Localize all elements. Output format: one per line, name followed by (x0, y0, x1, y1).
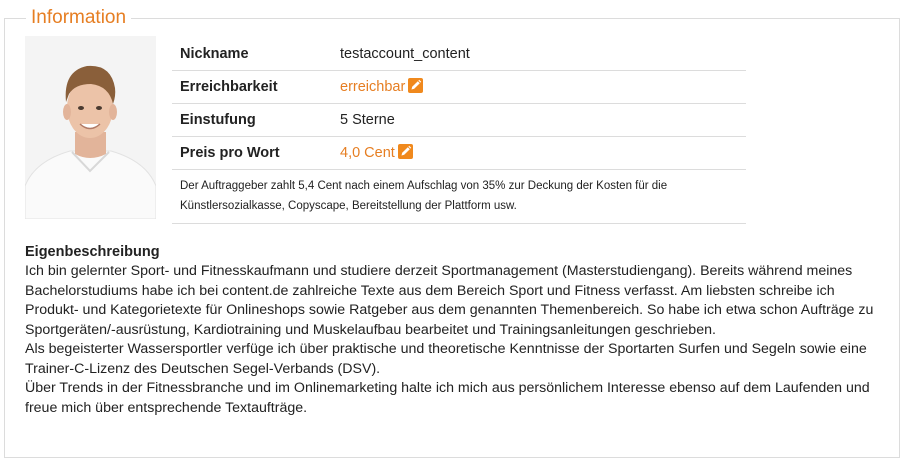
description-paragraph: Als begeisterter Wassersportler verfüge … (25, 341, 867, 377)
nickname-row: Nickname testaccount_content (172, 38, 746, 71)
section-legend: Information (26, 7, 132, 29)
nickname-label: Nickname (180, 46, 249, 62)
price-row: Preis pro Wort 4,0 Cent (172, 137, 746, 170)
edit-price-icon[interactable] (397, 144, 413, 159)
price-value[interactable]: 4,0 Cent (340, 145, 395, 161)
description-title: Eigenbeschreibung (25, 244, 160, 260)
edit-availability-icon[interactable] (408, 78, 424, 93)
price-label: Preis pro Wort (180, 145, 280, 161)
price-value-wrap: 4,0 Cent (340, 137, 413, 169)
profile-photo (25, 36, 156, 219)
rating-value: 5 Sterne (340, 112, 395, 128)
profile-info-table: Nickname testaccount_content Erreichbark… (172, 38, 746, 224)
nickname-value: testaccount_content (340, 46, 470, 62)
description-paragraph: Ich bin gelernter Sport- und Fitnesskauf… (25, 263, 874, 338)
description-paragraph: Über Trends in der Fitnessbranche und im… (25, 380, 870, 416)
price-note: Der Auftraggeber zahlt 5,4 Cent nach ein… (172, 170, 746, 224)
description-body: Ich bin gelernter Sport- und Fitnesskauf… (25, 262, 883, 418)
rating-row: Einstufung 5 Sterne (172, 104, 746, 137)
availability-row: Erreichbarkeit erreichbar (172, 71, 746, 104)
availability-label: Erreichbarkeit (180, 79, 278, 95)
rating-label: Einstufung (180, 112, 256, 128)
availability-value-wrap: erreichbar (340, 71, 424, 103)
availability-value[interactable]: erreichbar (340, 79, 405, 95)
